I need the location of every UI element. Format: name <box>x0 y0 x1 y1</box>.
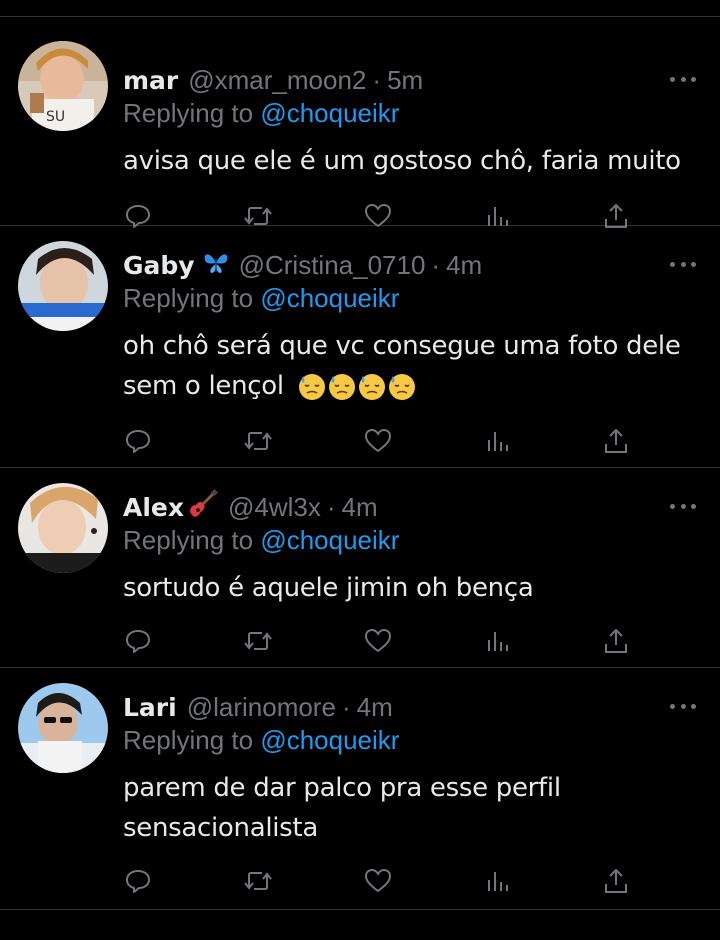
more-options-icon[interactable] <box>670 496 696 516</box>
avatar[interactable] <box>18 241 108 331</box>
tweet-text-line: sensacionalista <box>123 813 318 843</box>
avatar[interactable]: SU <box>18 41 108 131</box>
mention-link[interactable]: @choqueikr <box>260 525 399 555</box>
retweet-icon <box>243 867 273 895</box>
like-button[interactable] <box>363 426 393 456</box>
guitar-icon <box>188 488 219 526</box>
more-options-icon[interactable] <box>670 254 696 274</box>
like-icon <box>364 427 392 455</box>
like-icon <box>364 867 392 895</box>
more-options-icon[interactable] <box>670 69 696 89</box>
display-name[interactable]: Alex <box>123 493 184 522</box>
like-icon <box>364 627 392 655</box>
downcast-sweat-face-icon <box>298 373 325 400</box>
reply-icon <box>124 427 152 455</box>
more-options-icon[interactable] <box>670 696 696 716</box>
tweet-actions <box>123 866 643 896</box>
tweet[interactable]: Alex @4wl3x · 4m Replying to @choqueikr … <box>0 468 720 668</box>
views-button[interactable] <box>483 866 513 896</box>
share-button[interactable] <box>601 426 631 456</box>
tweet-text-line-with-emojis: sem o lençol <box>123 366 683 406</box>
tweet-text-line: sortudo é aquele jimin oh bença <box>123 573 534 603</box>
display-name[interactable]: Lari <box>123 693 177 722</box>
retweet-button[interactable] <box>243 626 273 656</box>
avatar[interactable] <box>18 683 108 773</box>
tweet-text: parem de dar palco pra esse perfil sensa… <box>123 768 683 848</box>
replying-to-line: Replying to @choqueikr <box>123 98 399 129</box>
display-name[interactable]: mar <box>123 66 178 95</box>
downcast-sweat-face-icon <box>328 373 355 400</box>
user-handle[interactable]: @xmar_moon2 <box>188 65 366 96</box>
tweet-header: mar @xmar_moon2 · 5m <box>123 63 423 97</box>
tweet-text: sortudo é aquele jimin oh bença <box>123 568 683 608</box>
display-name[interactable]: Gaby <box>123 251 195 280</box>
separator: · <box>431 249 441 280</box>
svg-text:SU: SU <box>46 109 65 125</box>
retweet-button[interactable] <box>243 866 273 896</box>
user-handle[interactable]: @4wl3x <box>228 492 321 523</box>
views-icon <box>485 867 511 895</box>
tweet[interactable]: SU mar @xmar_moon2 · 5m Replying to @cho… <box>0 17 720 228</box>
tweet-text-line: oh chô será que vc consegue uma foto del… <box>123 331 681 361</box>
separator: · <box>341 691 351 722</box>
downcast-sweat-face-icon <box>388 373 415 400</box>
reply-button[interactable] <box>123 866 153 896</box>
replying-to-label: Replying to <box>123 725 254 755</box>
reply-icon <box>124 627 152 655</box>
mention-link[interactable]: @choqueikr <box>260 283 399 313</box>
reply-button[interactable] <box>123 626 153 656</box>
emoji-group <box>298 373 416 401</box>
views-button[interactable] <box>483 426 513 456</box>
tweet[interactable]: Lari @larinomore · 4m Replying to @choqu… <box>0 668 720 910</box>
like-button[interactable] <box>363 626 393 656</box>
retweet-icon <box>243 427 273 455</box>
reply-button[interactable] <box>123 426 153 456</box>
tweet-text: avisa que ele é um gostoso chô, faria mu… <box>123 141 683 181</box>
like-button[interactable] <box>363 866 393 896</box>
share-button[interactable] <box>601 626 631 656</box>
tweet[interactable]: Gaby @Cristina_0710 · 4m Replying to @ch… <box>0 226 720 468</box>
user-handle[interactable]: @larinomore <box>187 692 336 723</box>
downcast-sweat-face-icon <box>358 373 385 400</box>
replying-to-line: Replying to @choqueikr <box>123 525 399 556</box>
separator: · <box>372 64 382 95</box>
avatar[interactable] <box>18 483 108 573</box>
timestamp[interactable]: 4m <box>357 692 393 723</box>
tweet-text-line: parem de dar palco pra esse perfil <box>123 773 561 803</box>
retweet-button[interactable] <box>243 426 273 456</box>
timestamp[interactable]: 4m <box>342 492 378 523</box>
tweet-actions <box>123 626 643 656</box>
tweet-text: oh chô será que vc consegue uma foto del… <box>123 326 683 406</box>
user-handle[interactable]: @Cristina_0710 <box>239 250 426 281</box>
views-button[interactable] <box>483 626 513 656</box>
tweet-actions <box>123 426 643 456</box>
timestamp[interactable]: 5m <box>387 65 423 96</box>
views-icon <box>485 427 511 455</box>
replying-to-line: Replying to @choqueikr <box>123 283 399 314</box>
share-button[interactable] <box>601 866 631 896</box>
butterfly-icon <box>203 250 229 281</box>
tweet-header: Gaby @Cristina_0710 · 4m <box>123 248 482 282</box>
views-icon <box>485 627 511 655</box>
share-icon <box>602 867 630 895</box>
mention-link[interactable]: @choqueikr <box>260 725 399 755</box>
tweet-text-line: sem o lençol <box>123 371 284 401</box>
share-icon <box>602 627 630 655</box>
tweet-text-line: avisa que ele é um gostoso chô, faria mu… <box>123 146 681 176</box>
mention-link[interactable]: @choqueikr <box>260 98 399 128</box>
replying-to-label: Replying to <box>123 283 254 313</box>
replying-to-line: Replying to @choqueikr <box>123 725 399 756</box>
timestamp[interactable]: 4m <box>446 250 482 281</box>
replying-to-label: Replying to <box>123 98 254 128</box>
reply-icon <box>124 867 152 895</box>
replying-to-label: Replying to <box>123 525 254 555</box>
retweet-icon <box>243 627 273 655</box>
share-icon <box>602 427 630 455</box>
separator: · <box>326 491 336 522</box>
tweet-header: Lari @larinomore · 4m <box>123 690 393 724</box>
tweet-header: Alex @4wl3x · 4m <box>123 488 378 526</box>
